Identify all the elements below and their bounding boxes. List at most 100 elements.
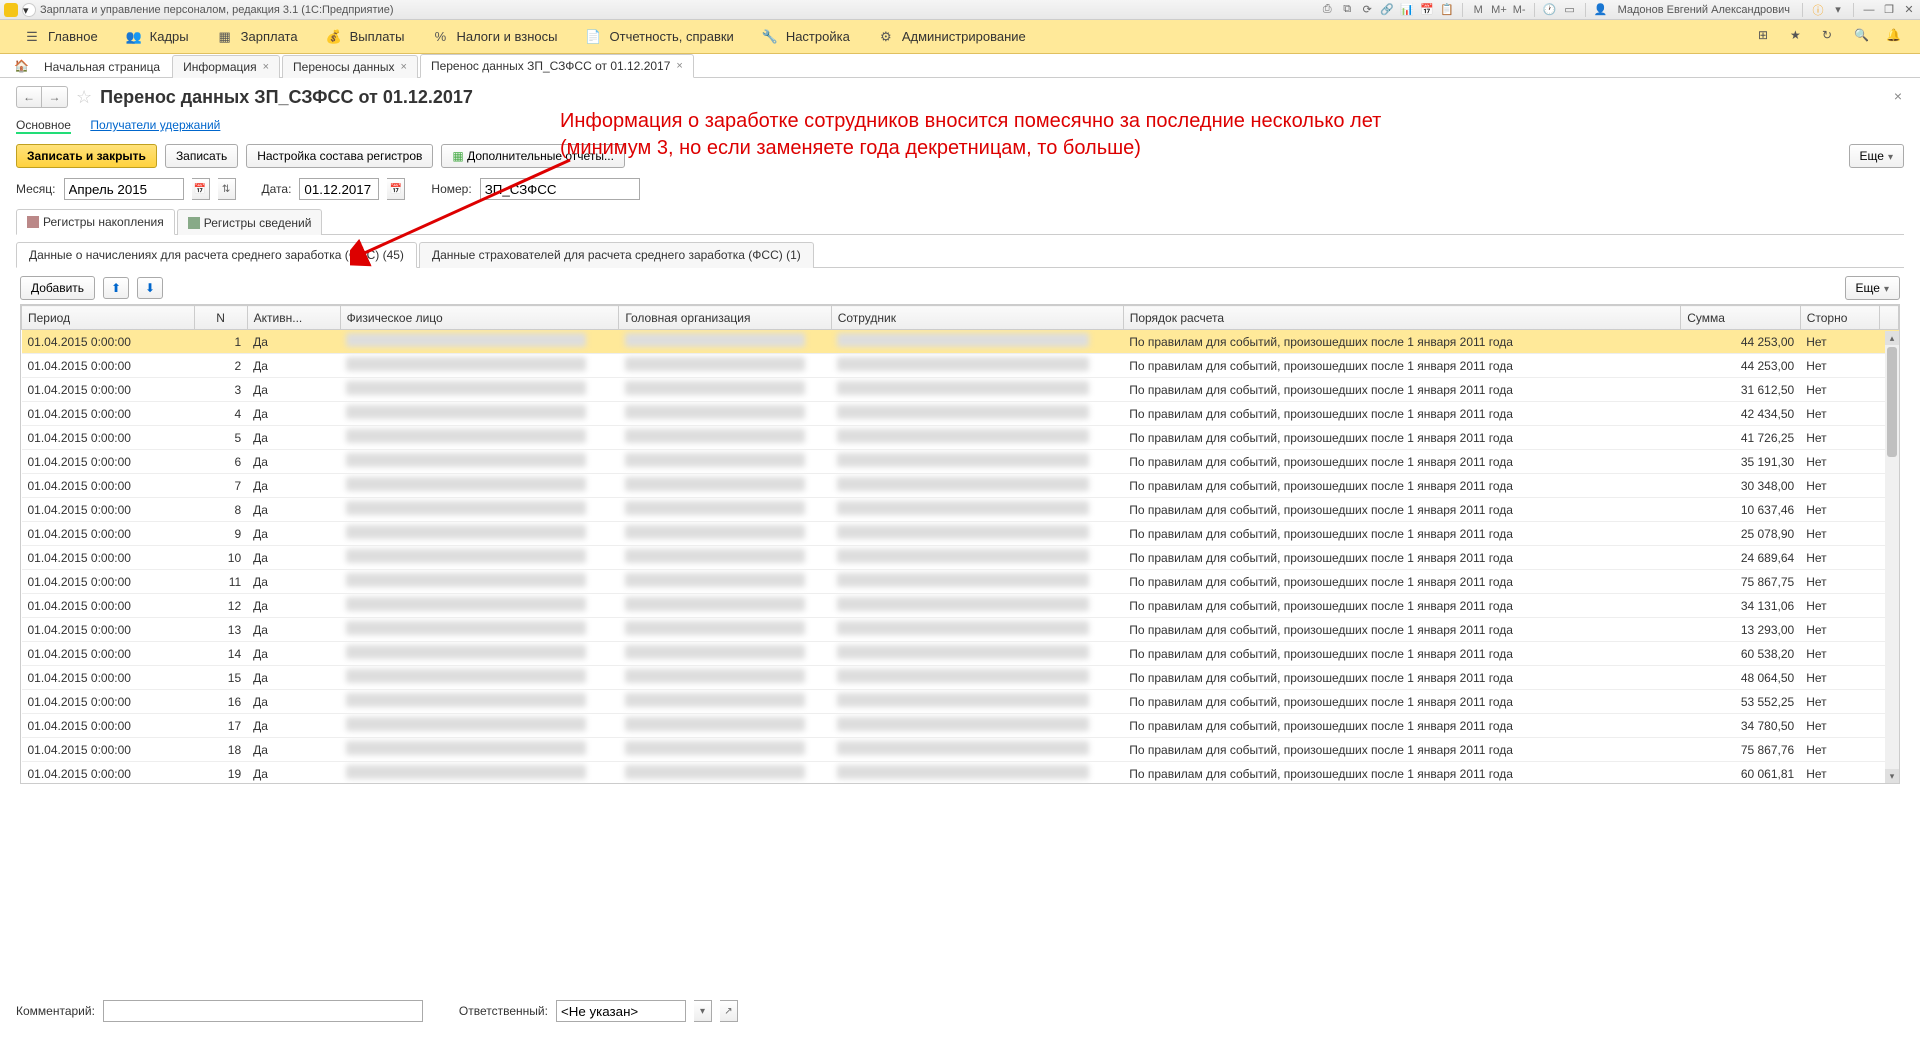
month-input[interactable] bbox=[64, 178, 184, 200]
table-row[interactable]: 01.04.2015 0:00:007ДаПо правилам для соб… bbox=[22, 474, 1899, 498]
table-row[interactable]: 01.04.2015 0:00:0012ДаПо правилам для со… bbox=[22, 594, 1899, 618]
menu-settings[interactable]: 🔧Настройка bbox=[748, 20, 864, 53]
home-icon[interactable]: 🏠 bbox=[14, 59, 28, 73]
favorite-star-icon[interactable]: ☆ bbox=[76, 87, 92, 108]
tab-info-registers[interactable]: Регистры сведений bbox=[177, 209, 323, 235]
col-calc-order[interactable]: Порядок расчета bbox=[1123, 306, 1681, 330]
move-up-button[interactable]: ⬆ bbox=[103, 277, 129, 299]
table-row[interactable]: 01.04.2015 0:00:003ДаПо правилам для соб… bbox=[22, 378, 1899, 402]
nav-back-button[interactable]: ← bbox=[16, 86, 42, 108]
tool-clock-icon[interactable]: 🕐 bbox=[1543, 3, 1557, 17]
table-row[interactable]: 01.04.2015 0:00:002ДаПо правилам для соб… bbox=[22, 354, 1899, 378]
menu-kadry[interactable]: 👥Кадры bbox=[112, 20, 203, 53]
tab-transfers[interactable]: Переносы данных× bbox=[282, 55, 418, 78]
col-period[interactable]: Период bbox=[22, 306, 195, 330]
registers-setup-button[interactable]: Настройка состава регистров bbox=[246, 144, 433, 168]
date-calendar-icon[interactable]: 📅 bbox=[387, 178, 405, 200]
memory-mminus[interactable]: M- bbox=[1513, 3, 1526, 17]
apps-icon[interactable]: ⊞ bbox=[1758, 28, 1776, 46]
col-active[interactable]: Активн... bbox=[247, 306, 340, 330]
menu-main[interactable]: ☰Главное bbox=[10, 20, 112, 53]
tab-data-insurers[interactable]: Данные страхователей для расчета среднег… bbox=[419, 242, 814, 268]
table-row[interactable]: 01.04.2015 0:00:0018ДаПо правилам для со… bbox=[22, 738, 1899, 762]
col-n[interactable]: N bbox=[194, 306, 247, 330]
more-button[interactable]: Еще▾ bbox=[1849, 144, 1904, 168]
tool-refresh-icon[interactable]: ⟳ bbox=[1360, 3, 1374, 17]
tab-document[interactable]: Перенос данных ЗП_СЗФСС от 01.12.2017× bbox=[420, 54, 694, 78]
col-employee[interactable]: Сотрудник bbox=[831, 306, 1123, 330]
responsible-open-icon[interactable]: ↗ bbox=[720, 1000, 738, 1022]
tab-info[interactable]: Информация× bbox=[172, 55, 280, 78]
table-row[interactable]: 01.04.2015 0:00:0013ДаПо правилам для со… bbox=[22, 618, 1899, 642]
info-icon[interactable]: ⓘ bbox=[1811, 3, 1825, 17]
section-main[interactable]: Основное bbox=[16, 118, 71, 134]
col-sum[interactable]: Сумма bbox=[1681, 306, 1800, 330]
table-row[interactable]: 01.04.2015 0:00:0017ДаПо правилам для со… bbox=[22, 714, 1899, 738]
responsible-input[interactable] bbox=[556, 1000, 686, 1022]
menu-salary[interactable]: ▦Зарплата bbox=[203, 20, 312, 53]
tool-clipboard-icon[interactable]: 📋 bbox=[1440, 3, 1454, 17]
number-input[interactable] bbox=[480, 178, 640, 200]
history-icon[interactable]: ↻ bbox=[1822, 28, 1840, 46]
col-storno[interactable]: Сторно bbox=[1800, 306, 1880, 330]
table-row[interactable]: 01.04.2015 0:00:0010ДаПо правилам для со… bbox=[22, 546, 1899, 570]
bell-icon[interactable]: 🔔 bbox=[1886, 28, 1904, 46]
table-scrollbar[interactable]: ▴ ▾ bbox=[1885, 331, 1899, 783]
memory-mplus[interactable]: M+ bbox=[1491, 3, 1507, 17]
scroll-thumb[interactable] bbox=[1887, 347, 1897, 457]
dropdown-icon[interactable]: ▾ bbox=[22, 3, 36, 17]
tab-accum-registers[interactable]: Регистры накопления bbox=[16, 209, 175, 235]
nav-forward-button[interactable]: → bbox=[42, 86, 68, 108]
section-recipients[interactable]: Получатели удержаний bbox=[90, 118, 220, 132]
menu-admin[interactable]: ⚙Администрирование bbox=[864, 20, 1040, 53]
username[interactable]: Мадонов Евгений Александрович bbox=[1614, 4, 1794, 16]
menu-payouts[interactable]: 💰Выплаты bbox=[312, 20, 419, 53]
dropdown-icon[interactable]: ▾ bbox=[1831, 3, 1845, 17]
tool-calc-icon[interactable]: 📊 bbox=[1400, 3, 1414, 17]
memory-m[interactable]: M bbox=[1471, 3, 1485, 17]
month-calendar-icon[interactable]: 📅 bbox=[192, 178, 210, 200]
add-button[interactable]: Добавить bbox=[20, 276, 95, 300]
col-main-org[interactable]: Головная организация bbox=[619, 306, 831, 330]
tab-start[interactable]: Начальная страница bbox=[34, 56, 170, 78]
table-row[interactable]: 01.04.2015 0:00:0015ДаПо правилам для со… bbox=[22, 666, 1899, 690]
table-row[interactable]: 01.04.2015 0:00:006ДаПо правилам для соб… bbox=[22, 450, 1899, 474]
table-row[interactable]: 01.04.2015 0:00:0014ДаПо правилам для со… bbox=[22, 642, 1899, 666]
minimize-icon[interactable]: — bbox=[1862, 3, 1876, 17]
tool-print-icon[interactable]: ⎙ bbox=[1320, 3, 1334, 17]
month-spinner[interactable]: ⇅ bbox=[218, 178, 236, 200]
responsible-dropdown-icon[interactable]: ▾ bbox=[694, 1000, 712, 1022]
table-row[interactable]: 01.04.2015 0:00:009ДаПо правилам для соб… bbox=[22, 522, 1899, 546]
close-icon[interactable]: × bbox=[401, 61, 407, 73]
extra-reports-button[interactable]: ▦ Дополнительные отчеты... bbox=[441, 144, 625, 168]
col-person[interactable]: Физическое лицо bbox=[340, 306, 619, 330]
move-down-button[interactable]: ⬇ bbox=[137, 277, 163, 299]
save-button[interactable]: Записать bbox=[165, 144, 238, 168]
tab-data-accruals[interactable]: Данные о начислениях для расчета среднег… bbox=[16, 242, 417, 268]
tool-calendar-icon[interactable]: 📅 bbox=[1420, 3, 1434, 17]
close-form-icon[interactable]: × bbox=[1894, 88, 1902, 104]
table-row[interactable]: 01.04.2015 0:00:0019ДаПо правилам для со… bbox=[22, 762, 1899, 785]
close-icon[interactable]: × bbox=[676, 60, 682, 72]
tool-copy-icon[interactable]: ⧉ bbox=[1340, 3, 1354, 17]
table-more-button[interactable]: Еще▾ bbox=[1845, 276, 1900, 300]
tool-window-icon[interactable]: ▭ bbox=[1563, 3, 1577, 17]
search-icon[interactable]: 🔍 bbox=[1854, 28, 1872, 46]
star-icon[interactable]: ★ bbox=[1790, 28, 1808, 46]
table-row[interactable]: 01.04.2015 0:00:008ДаПо правилам для соб… bbox=[22, 498, 1899, 522]
menu-reports[interactable]: 📄Отчетность, справки bbox=[572, 20, 748, 53]
table-row[interactable]: 01.04.2015 0:00:0011ДаПо правилам для со… bbox=[22, 570, 1899, 594]
comment-input[interactable] bbox=[103, 1000, 423, 1022]
restore-icon[interactable]: ❐ bbox=[1882, 3, 1896, 17]
close-icon[interactable]: × bbox=[263, 61, 269, 73]
menu-taxes[interactable]: %Налоги и взносы bbox=[418, 20, 571, 53]
save-close-button[interactable]: Записать и закрыть bbox=[16, 144, 157, 168]
scroll-up-icon[interactable]: ▴ bbox=[1885, 331, 1899, 345]
table-row[interactable]: 01.04.2015 0:00:005ДаПо правилам для соб… bbox=[22, 426, 1899, 450]
table-row[interactable]: 01.04.2015 0:00:004ДаПо правилам для соб… bbox=[22, 402, 1899, 426]
table-row[interactable]: 01.04.2015 0:00:001ДаПо правилам для соб… bbox=[22, 330, 1899, 354]
tool-link-icon[interactable]: 🔗 bbox=[1380, 3, 1394, 17]
close-icon[interactable]: ✕ bbox=[1902, 3, 1916, 17]
scroll-down-icon[interactable]: ▾ bbox=[1885, 769, 1899, 783]
date-input[interactable] bbox=[299, 178, 379, 200]
